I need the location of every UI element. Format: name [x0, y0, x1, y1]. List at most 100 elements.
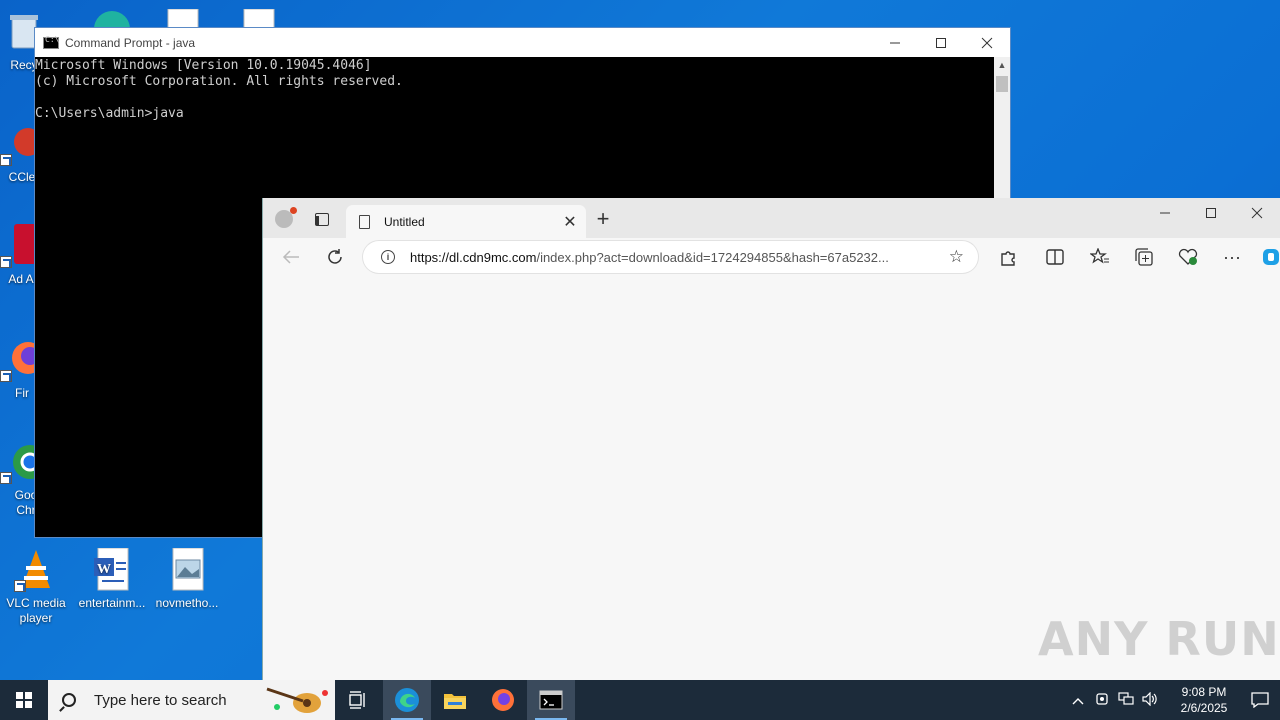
vlc-icon: [14, 548, 58, 592]
maximize-icon: [936, 37, 946, 48]
url-host: https://dl.cdn9mc.com: [410, 249, 537, 265]
browser-essentials-icon[interactable]: [1177, 246, 1199, 268]
anyrun-watermark: ANY RUN: [1038, 612, 1280, 666]
url-text[interactable]: https://dl.cdn9mc.com/index.php?act=down…: [410, 250, 930, 265]
notification-icon: [1251, 692, 1269, 708]
desktop-icon-word-doc[interactable]: W entertainm...: [76, 547, 148, 611]
maximize-icon: [1206, 208, 1216, 218]
more-options-icon[interactable]: ···: [1221, 246, 1243, 268]
firefox-icon: [492, 689, 514, 711]
volume-icon[interactable]: [1138, 691, 1162, 709]
split-screen-icon: [1046, 249, 1064, 265]
puzzle-icon: [1001, 251, 1015, 266]
windows-logo-icon: [16, 692, 32, 708]
favorites-icon: [1090, 248, 1109, 264]
svg-text:W: W: [97, 562, 111, 577]
taskbar: Type here to search 9:08 PM 2/6/2025: [0, 680, 1280, 720]
search-highlight-guitar-icon: [266, 687, 328, 713]
close-icon: [1251, 207, 1263, 219]
browser-tab[interactable]: Untitled ✕: [346, 205, 586, 238]
profile-avatar-icon[interactable]: [275, 207, 297, 228]
taskbar-firefox-button[interactable]: [479, 680, 527, 720]
cmd-window-title: Command Prompt - java: [65, 35, 196, 50]
maximize-button[interactable]: [1188, 198, 1234, 228]
shortcut-arrow-icon: [0, 370, 12, 382]
desktop-icon-edge-partial[interactable]: [88, 5, 136, 27]
split-screen-icon[interactable]: [1044, 246, 1066, 268]
desktop-icon-vlc[interactable]: VLC media player: [0, 548, 72, 626]
notification-center-button[interactable]: [1240, 692, 1280, 708]
task-view-button[interactable]: [335, 680, 383, 720]
page-icon: [359, 214, 370, 229]
site-info-icon[interactable]: i: [381, 250, 395, 264]
network-icon[interactable]: [1114, 691, 1138, 709]
minimize-button[interactable]: [872, 28, 918, 57]
collections-icon[interactable]: [1133, 246, 1155, 268]
desktop-icon-label: entertainm...: [78, 596, 146, 610]
refresh-icon[interactable]: [324, 246, 346, 268]
task-view-icon: [349, 691, 365, 709]
shortcut-arrow-icon: [0, 256, 12, 268]
close-button[interactable]: [1234, 198, 1280, 228]
scrollbar-thumb[interactable]: [996, 76, 1008, 92]
tab-title: Untitled: [384, 214, 425, 229]
tray-app-icon[interactable]: [1090, 692, 1114, 709]
minimize-button[interactable]: [1142, 198, 1188, 228]
show-hidden-icons-chevron-up-icon[interactable]: [1066, 693, 1090, 708]
cmd-icon: [539, 690, 563, 710]
desktop-icon-doc-partial-2[interactable]: [242, 9, 278, 27]
browser-toolbar: i https://dl.cdn9mc.com/index.php?act=do…: [263, 238, 1280, 276]
address-bar[interactable]: i https://dl.cdn9mc.com/index.php?act=do…: [363, 241, 978, 273]
clock-time: 9:08 PM: [1181, 685, 1227, 699]
start-button[interactable]: [0, 680, 48, 720]
copilot-icon[interactable]: [1260, 246, 1280, 268]
extensions-icon[interactable]: [997, 246, 1019, 268]
close-button[interactable]: [964, 28, 1010, 57]
taskbar-edge-button[interactable]: [383, 680, 431, 720]
taskbar-search-box[interactable]: Type here to search: [48, 680, 335, 720]
clock-date: 2/6/2025: [1180, 701, 1228, 715]
shortcut-arrow-icon: [14, 580, 26, 592]
word-document-icon: [243, 9, 275, 27]
copilot-icon: [1263, 249, 1279, 265]
tab-actions-icon[interactable]: [315, 213, 329, 226]
cmd-app-icon: [43, 35, 59, 49]
tab-close-icon[interactable]: ✕: [558, 212, 582, 232]
taskbar-cmd-button[interactable]: [527, 680, 575, 720]
folder-icon: [444, 694, 466, 709]
word-document-icon: [167, 9, 199, 27]
search-icon: [62, 693, 76, 707]
edge-icon: [395, 688, 419, 712]
favorites-icon[interactable]: [1089, 246, 1111, 268]
desktop-icon-image-file[interactable]: novmetho...: [151, 547, 223, 611]
browser-tab-bar: Untitled ✕ +: [263, 198, 1280, 238]
search-placeholder: Type here to search: [94, 691, 227, 709]
shortcut-arrow-icon: [0, 472, 12, 484]
shortcut-arrow-icon: [0, 154, 12, 166]
network-icon: [1118, 691, 1134, 705]
back-arrow-icon[interactable]: [280, 246, 302, 268]
refresh-icon: [328, 249, 342, 264]
maximize-button[interactable]: [918, 28, 964, 57]
desktop-icon-doc-partial-1[interactable]: [166, 9, 202, 27]
scroll-up-arrow-icon[interactable]: ▲: [994, 57, 1010, 74]
close-icon: [981, 37, 993, 48]
new-tab-plus-icon[interactable]: +: [593, 208, 613, 230]
collections-icon: [1135, 248, 1153, 266]
desktop-icon-label: VLC media player: [6, 596, 66, 625]
speaker-icon: [1142, 691, 1157, 706]
word-document-icon: W: [90, 547, 134, 592]
cmd-titlebar[interactable]: Command Prompt - java: [35, 28, 1010, 57]
favorite-star-icon[interactable]: ☆: [949, 247, 964, 267]
back-arrow-icon: [282, 250, 299, 264]
desktop-icon-label: novmetho...: [155, 596, 219, 610]
image-file-icon: [165, 547, 209, 592]
taskbar-clock[interactable]: 9:08 PM 2/6/2025: [1168, 684, 1240, 716]
taskbar-file-explorer-button[interactable]: [431, 680, 479, 720]
tray-device-icon: [1096, 692, 1108, 705]
system-tray: 9:08 PM 2/6/2025: [1066, 680, 1280, 720]
minimize-icon: [890, 42, 900, 43]
heart-pulse-icon: [1178, 248, 1198, 265]
edge-icon: [94, 11, 130, 27]
browser-window[interactable]: Untitled ✕ + i https://dl.cdn9mc.com/ind…: [262, 198, 1280, 680]
